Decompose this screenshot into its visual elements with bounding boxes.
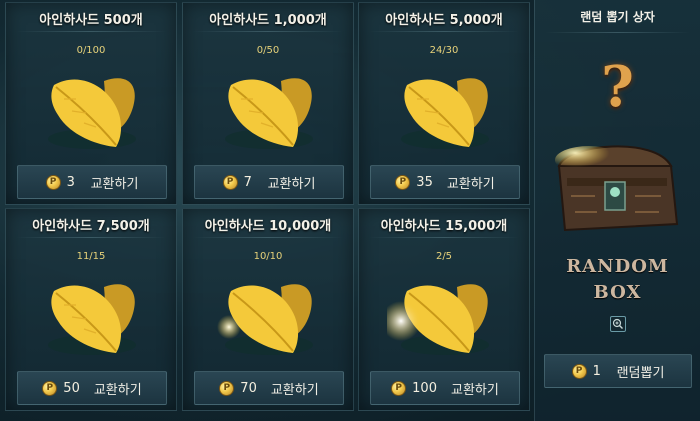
golden-leaf-icon [48,78,136,149]
price-value: 50 [63,380,80,396]
exchange-button[interactable]: P 100 교환하기 [370,371,520,405]
p-coin-icon: P [222,174,238,190]
exchange-button-label: 교환하기 [270,382,319,398]
p-coin-icon: P [219,380,235,396]
price-value: 35 [416,174,433,190]
exchange-button[interactable]: P 35 교환하기 [370,165,520,199]
golden-leaf-icon [387,284,489,355]
golden-leaf-icon [401,78,489,149]
purchase-count: 0/100 [76,45,106,56]
random-draw-button-label: 랜덤뽑기 [616,365,665,381]
golden-leaf-icon [48,284,136,355]
title-divider [369,237,519,238]
p-coin-icon: P [42,380,58,396]
treasure-chest-icon [555,145,679,232]
exchange-button[interactable]: P 70 교환하기 [194,371,344,405]
shop-item-card: 아인하사드 7,500개 11/15 P 50 교환하기 [5,208,177,411]
p-coin-icon: P [391,380,407,396]
random-box-label-line1: RANDOM [566,256,669,277]
p-coin-icon: P [395,174,411,190]
random-draw-button[interactable]: P 1 랜덤뽑기 [544,354,692,388]
random-box-title: 랜덤 뽑기 상자 [580,10,655,24]
question-mark-icon: ? [601,54,634,120]
p-coin-icon: P [571,363,587,379]
price-value: 100 [412,380,437,396]
exchange-button-label: 교환하기 [90,176,139,192]
price-value: 3 [66,174,75,190]
shop-item-card: 아인하사드 15,000개 2/5 P 100 교환하기 [358,208,530,411]
title-divider [16,237,166,238]
title-divider [369,31,519,32]
exchange-button[interactable]: P 3 교환하기 [17,165,167,199]
purchase-count: 24/30 [429,45,459,56]
exchange-button[interactable]: P 50 교환하기 [17,371,167,405]
title-divider [545,32,690,33]
item-title: 아인하사드 7,500개 [32,219,150,234]
exchange-button-label: 교환하기 [450,382,499,398]
exchange-button[interactable]: P 7 교환하기 [194,165,344,199]
golden-leaf-icon [217,284,313,355]
item-title: 아인하사드 5,000개 [385,13,503,28]
price-value: 7 [243,174,252,190]
item-title: 아인하사드 500개 [39,13,143,28]
item-title: 아인하사드 15,000개 [380,219,508,234]
item-title: 아인하사드 10,000개 [204,219,332,234]
shop-item-card: 아인하사드 10,000개 10/10 P 70 교환하기 [182,208,354,411]
purchase-count: 10/10 [253,251,283,262]
golden-leaf-icon [225,78,313,149]
title-divider [16,31,166,32]
price-value: 70 [240,380,257,396]
exchange-button-label: 교환하기 [267,176,316,192]
purchase-count: 0/50 [256,45,280,56]
shop-item-card: 아인하사드 5,000개 24/30 P 35 교환하기 [358,2,530,205]
purchase-count: 11/15 [76,251,106,262]
random-box-label-line2: BOX [593,282,642,303]
magnifier-zoom-icon[interactable] [610,316,626,332]
title-divider [193,237,343,238]
price-value: 1 [592,363,601,379]
exchange-button-label: 교환하기 [446,176,495,192]
shop-item-card: 아인하사드 1,000개 0/50 P 7 교환하기 [182,2,354,205]
title-divider [193,31,343,32]
purchase-count: 2/5 [435,251,453,262]
shop-item-card: 아인하사드 500개 0/100 P 3 교환하기 [5,2,177,205]
exchange-button-label: 교환하기 [93,382,142,398]
p-coin-icon: P [45,174,61,190]
item-title: 아인하사드 1,000개 [209,13,327,28]
